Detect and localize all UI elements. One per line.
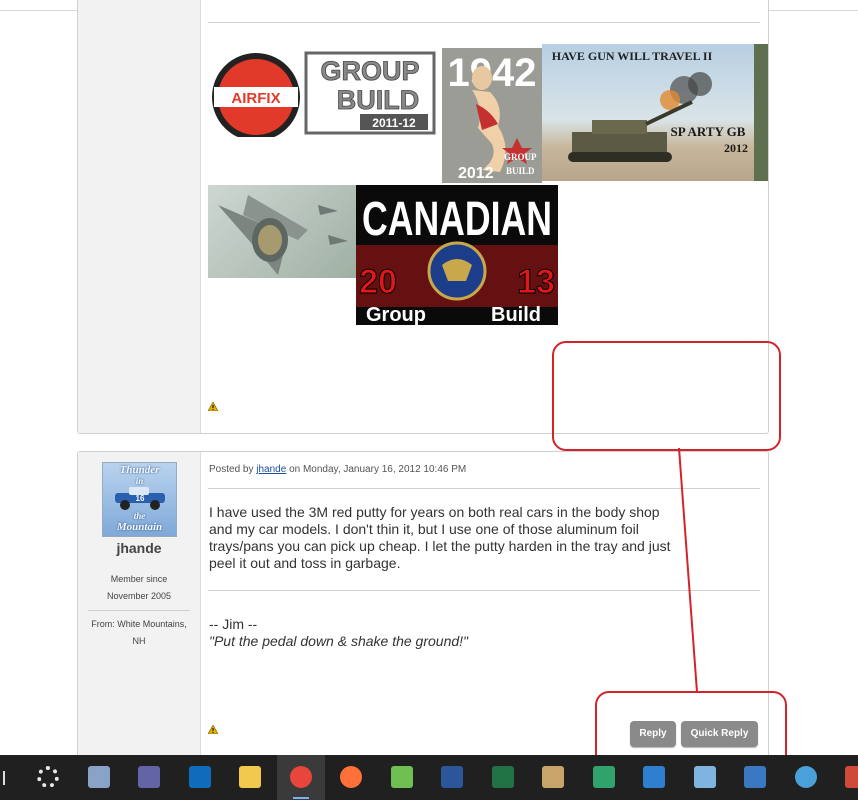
gear-app-icon [643, 766, 665, 788]
palette-taskbar-button[interactable] [529, 755, 577, 800]
snip-icon [592, 766, 615, 788]
file-explorer-taskbar-button[interactable] [226, 755, 274, 800]
word-taskbar-button[interactable] [428, 755, 476, 800]
chrome-taskbar-button[interactable] [276, 755, 325, 800]
remote-desktop-taskbar-button[interactable] [731, 755, 779, 800]
globe-taskbar-button[interactable] [782, 755, 830, 800]
file-explorer-icon [239, 766, 261, 788]
outlook-icon [188, 766, 211, 788]
settings-icon [37, 766, 59, 788]
network-icon [693, 766, 716, 788]
firefox-taskbar-button[interactable] [327, 755, 375, 800]
snip-taskbar-button[interactable] [580, 755, 628, 800]
excel-taskbar-button[interactable] [479, 755, 527, 800]
app-taskbar-button[interactable] [832, 755, 858, 800]
globe-icon [794, 766, 817, 788]
teams-icon [138, 766, 160, 788]
gear-app-taskbar-button[interactable] [630, 755, 678, 800]
annotation-line [678, 447, 698, 693]
remote-desktop-icon [744, 766, 766, 788]
paint-taskbar-button[interactable] [378, 755, 426, 800]
app-icon [845, 766, 858, 788]
taskbar-edge [3, 771, 5, 785]
chrome-icon [289, 766, 312, 788]
settings-taskbar-button[interactable] [24, 755, 72, 800]
firefox-icon [340, 766, 362, 788]
network-taskbar-button[interactable] [681, 755, 729, 800]
excel-icon [491, 766, 514, 788]
windows-taskbar [0, 755, 858, 800]
outlook-taskbar-button[interactable] [176, 755, 224, 800]
notepad-icon [87, 766, 110, 788]
notepad-taskbar-button[interactable] [75, 755, 123, 800]
palette-icon [542, 766, 564, 788]
word-icon [441, 766, 463, 788]
paint-icon [390, 766, 413, 788]
teams-taskbar-button[interactable] [125, 755, 173, 800]
